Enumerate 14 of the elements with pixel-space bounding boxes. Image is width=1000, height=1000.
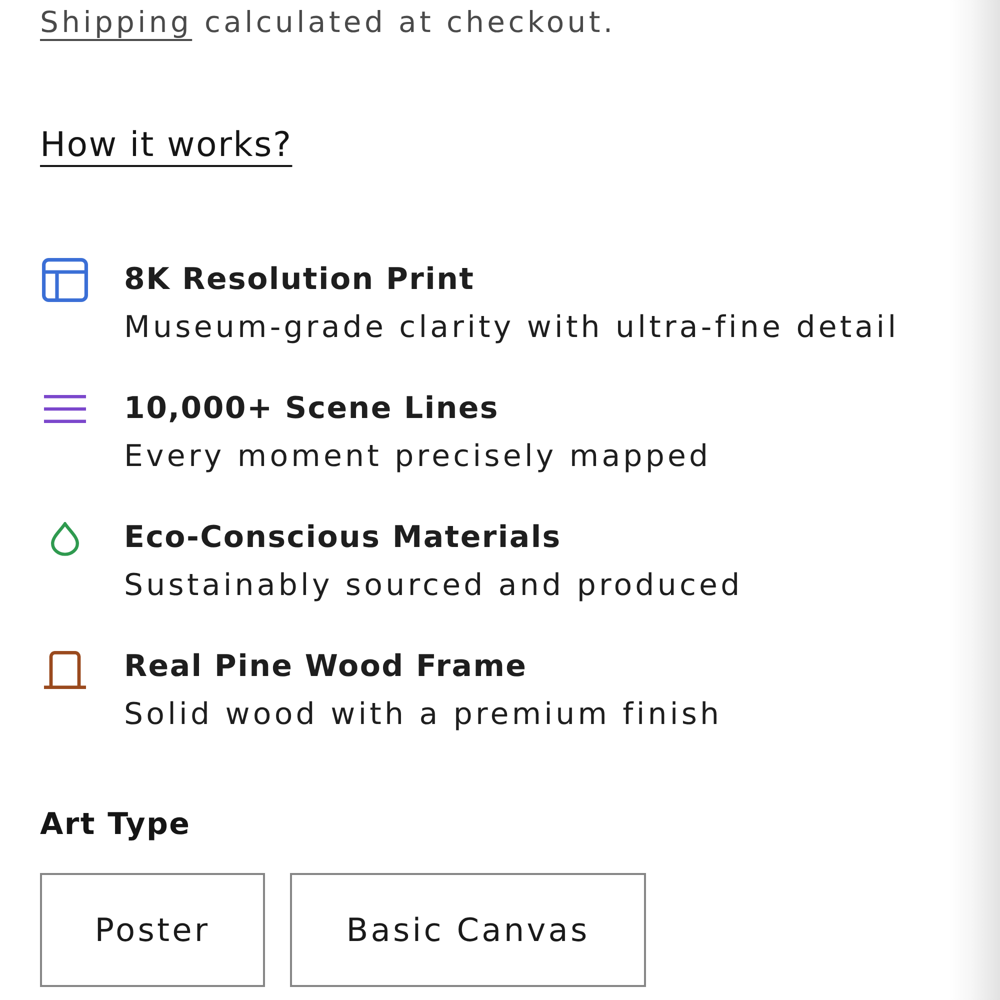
feature-description: Every moment precisely mapped (124, 438, 712, 476)
feature-description: Sustainably sourced and produced (124, 567, 743, 605)
art-type-option[interactable]: Poster (40, 873, 265, 987)
feature-title: Real Pine Wood Frame (124, 648, 528, 686)
feature-title: Eco-Conscious Materials (124, 519, 562, 557)
feature-title: 8K Resolution Print (124, 261, 475, 299)
shipping-note: Shipping calculated at checkout. (40, 4, 617, 41)
feature-title: 10,000+ Scene Lines (124, 390, 499, 428)
art-type-option[interactable]: Basic Canvas (290, 873, 646, 987)
feature-description: Museum-grade clarity with ultra-fine detail (124, 309, 900, 347)
how-it-works-link[interactable]: How it works? (40, 123, 292, 167)
shipping-link[interactable]: Shipping (40, 5, 192, 39)
feature-description: Solid wood with a premium finish (124, 696, 722, 734)
art-type-label: Art Type (40, 806, 191, 844)
